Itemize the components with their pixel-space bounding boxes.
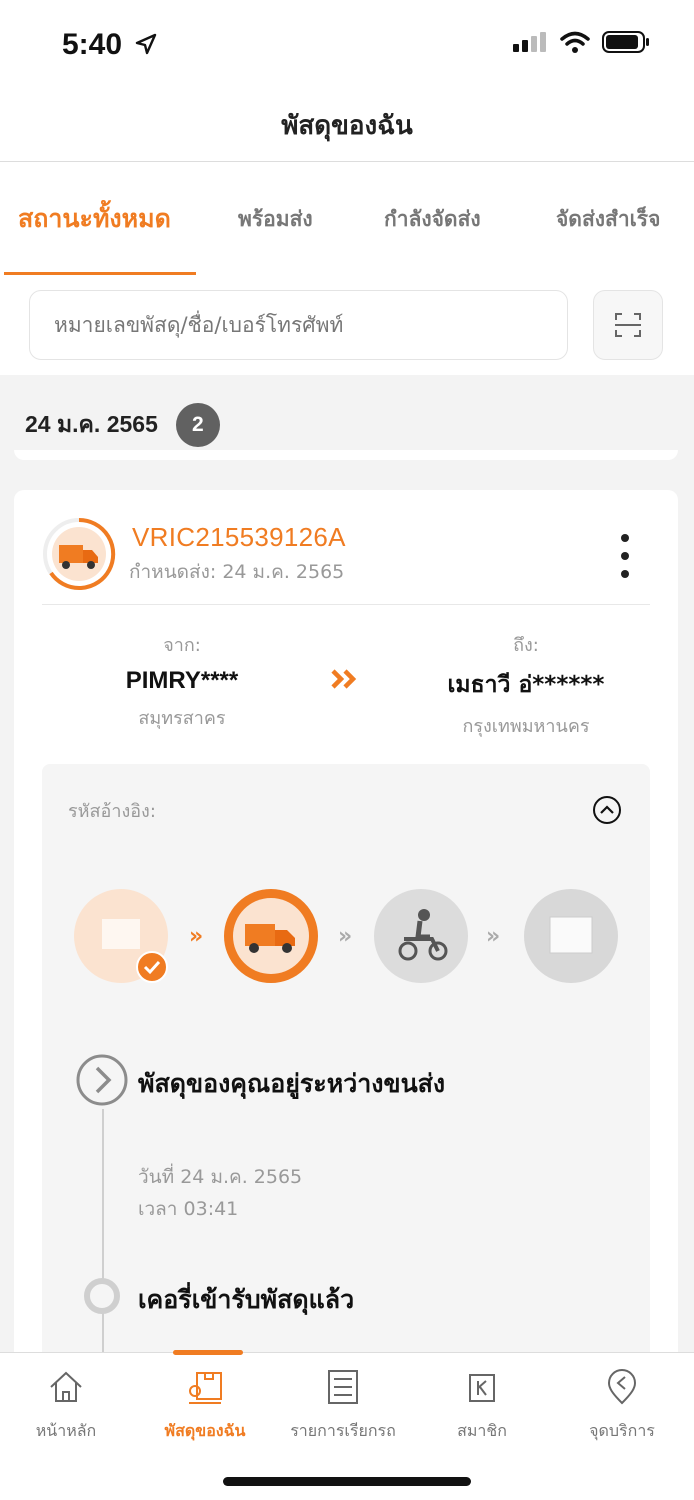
step-chevron-icon: » xyxy=(338,924,353,949)
sender-name: PIMRY**** xyxy=(125,667,239,694)
search-input[interactable]: หมายเลขพัสดุ/ชื่อ/เบอร์โทรศัพท์ xyxy=(29,290,568,360)
from-caption: จาก: xyxy=(163,635,201,656)
date-group-label: 24 ม.ค. 2565 xyxy=(25,411,158,437)
to-caption: ถึง: xyxy=(513,635,539,656)
page-title: พัสดุของฉัน xyxy=(281,111,413,141)
step-chevron-icon: » xyxy=(486,924,501,949)
due-date: กำหนดส่ง: 24 ม.ค. 2565 xyxy=(129,561,345,583)
step-out-for-delivery-scooter-icon xyxy=(374,889,468,983)
date-group-count-badge: 2 xyxy=(175,403,220,447)
wifi-icon xyxy=(560,31,590,53)
status-icons xyxy=(512,30,650,54)
recipient-name: เมธาวี อ่****** xyxy=(447,672,605,698)
timeline-event-title: พัสดุของคุณอยู่ระหว่างขนส่ง xyxy=(138,1069,446,1098)
reference-code-label: รหัสอ้างอิง: xyxy=(68,801,156,822)
nav-member[interactable]: สมาชิก xyxy=(417,1367,547,1444)
timeline-dot-icon xyxy=(84,1278,120,1314)
tab-in-delivery[interactable]: กำลังจัดส่ง xyxy=(384,203,481,236)
nav-my-parcels[interactable]: พัสดุของฉัน xyxy=(140,1367,270,1444)
parcel-list: 24 ม.ค. 2565 2 VRIC215539126A กำหนดส่ง: … xyxy=(0,375,694,1352)
timeline-line xyxy=(102,1109,104,1352)
sender-info: จาก: PIMRY**** สมุทรสาคร xyxy=(82,630,282,732)
location-arrow-icon xyxy=(136,33,157,55)
timeline-event-date: วันที่ 24 ม.ค. 2565 xyxy=(138,1166,303,1188)
nav-service-points[interactable]: จุดบริการ xyxy=(557,1367,687,1444)
timeline-event-title: เคอรี่เข้ารับพัสดุแล้ว xyxy=(138,1285,355,1314)
collapse-chevron-up-icon[interactable] xyxy=(592,795,622,825)
double-chevron-right-icon xyxy=(331,669,357,689)
more-dot-icon xyxy=(621,552,629,560)
date-group-header: 24 ม.ค. 2565 2 xyxy=(25,403,220,447)
recipient-city: กรุงเทพมหานคร xyxy=(462,716,590,737)
home-indicator-bar xyxy=(223,1477,471,1486)
status-tabs: สถานะทั้งหมด พร้อมส่ง กำลังจัดส่ง จัดส่ง… xyxy=(0,163,694,275)
nav-home[interactable]: หน้าหลัก xyxy=(1,1367,131,1444)
location-icon xyxy=(607,1369,637,1405)
step-delivered-box-icon xyxy=(524,889,618,983)
parcel-card[interactable]: VRIC215539126A กำหนดส่ง: 24 ม.ค. 2565 จา… xyxy=(14,490,678,1352)
chevron-right-circle-icon xyxy=(76,1054,128,1106)
status-time-text: 5:40 xyxy=(62,28,123,61)
home-icon xyxy=(50,1371,82,1402)
scan-button[interactable] xyxy=(593,290,663,360)
member-icon xyxy=(469,1374,495,1402)
tab-all-status[interactable]: สถานะทั้งหมด xyxy=(18,199,171,239)
battery-icon xyxy=(602,31,649,53)
tracking-number[interactable]: VRIC215539126A xyxy=(132,522,346,553)
check-circle-icon xyxy=(136,951,168,983)
step-in-transit-truck-icon xyxy=(224,889,318,983)
sender-city: สมุทรสาคร xyxy=(138,708,226,729)
more-dot-icon xyxy=(621,534,629,542)
nav-home-label: หน้าหลัก xyxy=(35,1421,97,1440)
status-bar: 5:40 xyxy=(0,0,694,90)
status-time: 5:40 xyxy=(62,28,158,62)
search-area: หมายเลขพัสดุ/ชื่อ/เบอร์โทรศัพท์ xyxy=(0,275,694,375)
previous-card-edge xyxy=(14,450,678,460)
active-nav-indicator xyxy=(173,1350,243,1355)
more-dot-icon xyxy=(621,570,629,578)
list-icon xyxy=(328,1370,358,1404)
parcel-status-icon xyxy=(43,517,116,590)
tracking-detail-panel: รหัสอ้างอิง: » » » พัสดุของคุณอยู่ระหว่า… xyxy=(42,764,650,1352)
timeline-event-time: เวลา 03:41 xyxy=(138,1198,239,1220)
tab-delivered[interactable]: จัดส่งสำเร็จ xyxy=(556,203,660,236)
nav-pickup-requests[interactable]: รายการเรียกรถ xyxy=(278,1367,408,1444)
cellular-signal-icon xyxy=(513,32,546,52)
parcel-icon xyxy=(189,1372,222,1404)
recipient-info: ถึง: เมธาวี อ่****** กรุงเทพมหานคร xyxy=(406,630,646,740)
scan-icon xyxy=(615,313,641,337)
nav-pickup-requests-label: รายการเรียกรถ xyxy=(290,1421,396,1440)
bottom-navigation: หน้าหลัก พัสดุของฉัน รายการเรียกรถ สมาชิ… xyxy=(0,1350,694,1500)
nav-service-points-label: จุดบริการ xyxy=(589,1421,655,1440)
more-options-button[interactable] xyxy=(610,534,640,578)
page-header: พัสดุของฉัน xyxy=(0,90,694,162)
nav-member-label: สมาชิก xyxy=(457,1421,507,1440)
nav-my-parcels-label: พัสดุของฉัน xyxy=(164,1421,246,1440)
card-divider xyxy=(42,604,650,605)
tab-ready-to-ship[interactable]: พร้อมส่ง xyxy=(238,203,313,236)
step-chevron-icon: » xyxy=(189,924,204,949)
